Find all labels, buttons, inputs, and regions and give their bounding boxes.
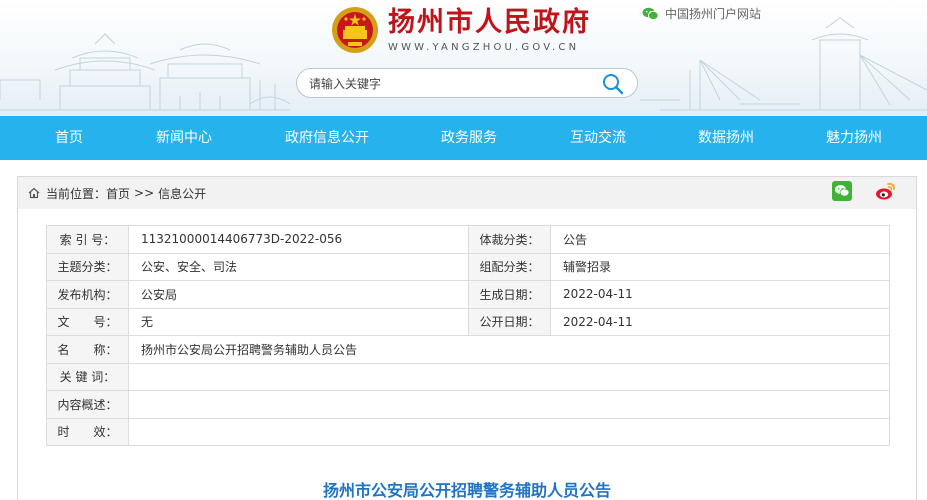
nav-item-data[interactable]: 数据扬州	[698, 116, 754, 160]
issuer-value: 公安局	[128, 280, 469, 309]
article-title: 扬州市公安局公开招聘警务辅助人员公告	[322, 481, 611, 500]
breadcrumb-separator: >>	[134, 186, 155, 200]
header-banner: 扬州市人民政府 WWW.YANGZHOU.GOV.CN 中国扬州门户网站	[0, 0, 927, 116]
validity-value	[128, 417, 890, 446]
search-box	[296, 68, 638, 98]
table-row: 文 号： 无 公开日期： 2022-04-11	[46, 307, 890, 336]
published-value: 2022-04-11	[550, 307, 890, 336]
keywords-label: 关 键 词：	[46, 362, 129, 391]
genre-label: 体裁分类：	[468, 225, 551, 254]
summary-label: 内容概述：	[46, 390, 129, 419]
breadcrumb-info-open[interactable]: 信息公开	[158, 185, 206, 202]
search-icon[interactable]	[601, 72, 625, 96]
nav-item-news[interactable]: 新闻中心	[156, 116, 212, 160]
wechat-small-icon	[642, 7, 659, 20]
table-row: 名 称： 扬州市公安局公开招聘警务辅助人员公告	[46, 335, 890, 364]
table-row: 关 键 词：	[46, 362, 890, 391]
index-label: 索 引 号：	[46, 225, 129, 254]
genre-value: 公告	[550, 225, 890, 254]
content-panel: 当前位置： 首页 >> 信息公开 索 引 号： 1132100001440677…	[17, 176, 917, 500]
topic-value: 公安、安全、司法	[128, 252, 469, 281]
index-value: 11321000014406773D-2022-056	[128, 225, 469, 254]
portal-link[interactable]: 中国扬州门户网站	[642, 5, 761, 22]
docno-value: 无	[128, 307, 469, 336]
portal-link-label: 中国扬州门户网站	[665, 7, 762, 21]
table-row: 内容概述：	[46, 390, 890, 419]
topic-label: 主题分类：	[46, 252, 129, 281]
docno-label: 文 号：	[46, 307, 129, 336]
breadcrumb-bar: 当前位置： 首页 >> 信息公开	[18, 177, 916, 209]
national-emblem-icon	[332, 7, 378, 53]
name-label: 名 称：	[46, 335, 129, 364]
nav-item-services[interactable]: 政务服务	[441, 116, 497, 160]
validity-label: 时 效：	[46, 417, 129, 446]
site-domain: WWW.YANGZHOU.GOV.CN	[388, 42, 580, 53]
created-value: 2022-04-11	[550, 280, 890, 309]
nav-item-home[interactable]: 首页	[55, 116, 83, 160]
issuer-label: 发布机构：	[46, 280, 129, 309]
site-logo[interactable]: 扬州市人民政府 WWW.YANGZHOU.GOV.CN	[330, 4, 591, 56]
table-row: 索 引 号： 11321000014406773D-2022-056 体裁分类：…	[46, 225, 890, 254]
summary-value	[128, 390, 890, 419]
created-label: 生成日期：	[468, 280, 551, 309]
name-value: 扬州市公安局公开招聘警务辅助人员公告	[128, 335, 890, 364]
nav-item-interaction[interactable]: 互动交流	[570, 116, 626, 160]
nav-item-gov-info[interactable]: 政府信息公开	[285, 116, 369, 160]
search-input[interactable]	[309, 75, 589, 93]
weibo-icon[interactable]	[875, 181, 897, 201]
group-value: 辅警招录	[550, 252, 890, 281]
wechat-icon[interactable]	[832, 181, 852, 201]
main-nav: 首页 新闻中心 政府信息公开 政务服务 互动交流 数据扬州 魅力扬州	[0, 116, 927, 160]
breadcrumb-prefix: 当前位置：	[46, 186, 107, 201]
breadcrumb: 当前位置： 首页 >> 信息公开	[28, 177, 206, 209]
breadcrumb-home[interactable]: 首页	[106, 185, 130, 202]
document-info-table: 索 引 号： 11321000014406773D-2022-056 体裁分类：…	[46, 225, 890, 446]
home-icon	[28, 187, 40, 199]
site-title: 扬州市人民政府	[388, 7, 591, 38]
keywords-value	[128, 362, 890, 391]
group-label: 组配分类：	[468, 252, 551, 281]
table-row: 发布机构： 公安局 生成日期： 2022-04-11	[46, 280, 890, 309]
table-row: 主题分类： 公安、安全、司法 组配分类： 辅警招录	[46, 252, 890, 281]
nav-item-charm[interactable]: 魅力扬州	[826, 116, 882, 160]
published-label: 公开日期：	[468, 307, 551, 336]
table-row: 时 效：	[46, 417, 890, 446]
